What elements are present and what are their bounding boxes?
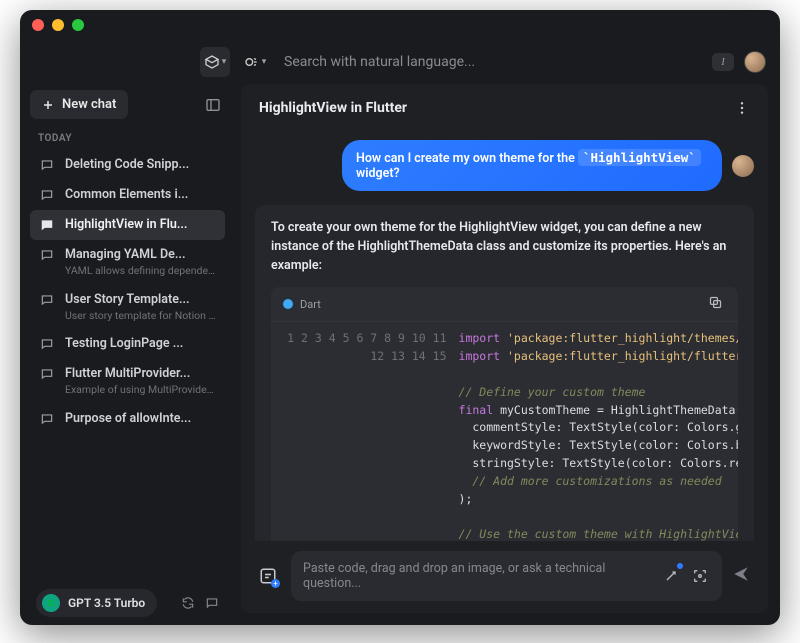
- chat-panel: HighlightView in Flutter How can I creat…: [241, 84, 768, 613]
- chat-icon: [40, 293, 55, 308]
- sidebar-item-title: HighlightView in Flu...: [65, 217, 187, 232]
- topbar: ▾ ▾ Search with natural language... I: [20, 40, 780, 84]
- sidebar-item-title: Testing LoginPage ...: [65, 336, 183, 351]
- toggle-sidebar-icon[interactable]: [201, 93, 225, 117]
- chat-icon: [40, 158, 55, 173]
- copy-code-button[interactable]: [708, 295, 726, 313]
- send-button[interactable]: [732, 565, 754, 587]
- sidebar-item-title: Managing YAML De...: [65, 247, 217, 262]
- maximize-window[interactable]: [72, 19, 84, 31]
- sidebar-item[interactable]: Flutter MultiProvider... Example of usin…: [30, 359, 225, 404]
- chat-icon: [40, 248, 55, 263]
- magic-icon[interactable]: [661, 565, 682, 587]
- assistant-text: To create your own theme for the Highlig…: [271, 219, 738, 275]
- sidebar-item[interactable]: HighlightView in Flu...: [30, 210, 225, 240]
- composer-input[interactable]: Paste code, drag and drop an image, or a…: [291, 551, 722, 601]
- workspace-picker[interactable]: ▾: [200, 47, 230, 77]
- code-block: Dart 1 2 3 4 5 6 7 8 9 10 11 12 13 14 15…: [271, 287, 738, 541]
- inline-code: `HighlightView`: [578, 149, 701, 166]
- chat-icon: [40, 218, 55, 233]
- user-avatar-small: [732, 155, 754, 177]
- minimize-window[interactable]: [52, 19, 64, 31]
- close-window[interactable]: [32, 19, 44, 31]
- model-label: GPT 3.5 Turbo: [68, 596, 145, 610]
- user-message: How can I create my own theme for the `H…: [342, 140, 722, 191]
- code-language: Dart: [283, 298, 321, 311]
- user-message-row: How can I create my own theme for the `H…: [255, 140, 754, 191]
- sidebar-item[interactable]: User Story Template... User story templa…: [30, 285, 225, 330]
- language-dot-icon: [283, 299, 293, 309]
- sidebar: New chat TODAY Deleting Code Snipp... Co…: [20, 84, 235, 625]
- composer-placeholder: Paste code, drag and drop an image, or a…: [303, 561, 645, 591]
- sidebar-item-sub: User story template for Notion site with…: [65, 309, 217, 323]
- sidebar-item-title: Flutter MultiProvider...: [65, 366, 217, 381]
- code-gutter: 1 2 3 4 5 6 7 8 9 10 11 12 13 14 15: [271, 322, 455, 541]
- sidebar-item-title: Purpose of allowInte...: [65, 411, 191, 426]
- chat-more-icon[interactable]: [732, 98, 752, 118]
- sidebar-list: Deleting Code Snipp... Common Elements i…: [30, 150, 225, 583]
- scan-icon[interactable]: [689, 565, 710, 587]
- titlebar: [20, 10, 780, 40]
- sidebar-item-title: Common Elements i...: [65, 187, 188, 202]
- app-window: ▾ ▾ Search with natural language... I Ne…: [20, 10, 780, 625]
- chat-icon: [40, 337, 55, 352]
- sidebar-item-sub: Example of using MultiProvider and Chang…: [65, 383, 217, 397]
- code-language-label: Dart: [300, 298, 321, 311]
- composer: + Paste code, drag and drop an image, or…: [241, 541, 768, 613]
- assistant-message: To create your own theme for the Highlig…: [255, 205, 754, 541]
- sidebar-item-title: Deleting Code Snipp...: [65, 157, 189, 172]
- sidebar-item-title: User Story Template...: [65, 292, 217, 307]
- sidebar-item[interactable]: Common Elements i...: [30, 180, 225, 210]
- new-chat-label: New chat: [62, 97, 116, 112]
- chat-icon: [40, 367, 55, 382]
- sidebar-item[interactable]: Purpose of allowInte...: [30, 404, 225, 434]
- info-pill[interactable]: I: [712, 53, 734, 71]
- chat-title: HighlightView in Flutter: [259, 100, 407, 116]
- chat-settings-icon[interactable]: [205, 596, 219, 610]
- sync-icon[interactable]: [181, 596, 195, 610]
- model-icon: [42, 594, 60, 612]
- sidebar-item-sub: YAML allows defining dependencies using …: [65, 264, 217, 278]
- chat-icon: [40, 412, 55, 427]
- code-lines: import 'package:flutter_highlight/themes…: [455, 322, 738, 541]
- sidebar-section-label: TODAY: [30, 129, 225, 150]
- chat-icon: [40, 188, 55, 203]
- user-avatar[interactable]: [744, 51, 766, 73]
- sidebar-item[interactable]: Testing LoginPage ...: [30, 329, 225, 359]
- sidebar-item[interactable]: Deleting Code Snipp...: [30, 150, 225, 180]
- new-chat-button[interactable]: New chat: [30, 90, 128, 119]
- model-picker[interactable]: GPT 3.5 Turbo: [36, 589, 157, 617]
- sidebar-item[interactable]: Managing YAML De... YAML allows defining…: [30, 240, 225, 285]
- ai-mode-button[interactable]: ▾: [240, 47, 270, 77]
- search-input[interactable]: Search with natural language...: [280, 54, 702, 70]
- attach-button[interactable]: +: [255, 563, 281, 589]
